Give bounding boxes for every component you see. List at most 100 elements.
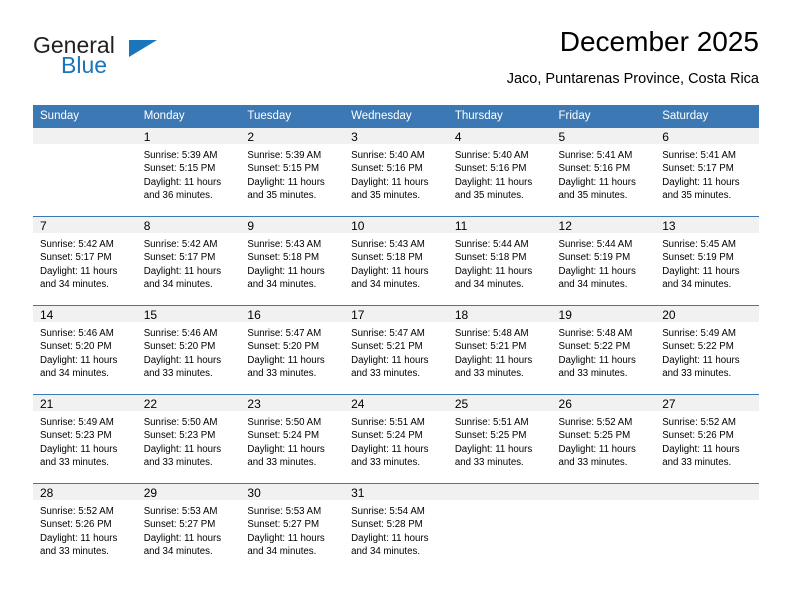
daylight-text-line1: Daylight: 11 hours xyxy=(143,532,222,544)
daylight-text-line1: Daylight: 11 hours xyxy=(40,265,118,277)
day-cell: 16 Sunrise: 5:47 AM Sunset: 5:20 PM Dayl… xyxy=(240,305,345,395)
sunrise-text: Sunrise: 5:49 AM xyxy=(40,417,114,428)
generalblue-logo[interactable]: General Blue xyxy=(33,32,213,88)
daylight-text-line1: Daylight: 11 hours xyxy=(351,354,429,366)
sunset-text: Sunset: 5:20 PM xyxy=(247,341,320,353)
day-cell xyxy=(655,483,759,573)
sunset-text: Sunset: 5:24 PM xyxy=(247,430,320,442)
day-cell: 21 Sunrise: 5:49 AM Sunset: 5:23 PM Dayl… xyxy=(33,394,137,484)
day-cell: 14 Sunrise: 5:46 AM Sunset: 5:20 PM Dayl… xyxy=(33,305,137,395)
day-cell: 7 Sunrise: 5:42 AM Sunset: 5:17 PM Dayli… xyxy=(33,216,137,306)
daylight-text-line1: Daylight: 11 hours xyxy=(662,354,740,366)
day-info: Sunrise: 5:40 AM Sunset: 5:16 PM Dayligh… xyxy=(344,144,448,202)
daylight-text-line2: and 36 minutes. xyxy=(143,189,213,201)
day-cell: 2 Sunrise: 5:39 AM Sunset: 5:15 PM Dayli… xyxy=(240,127,345,217)
day-number: 18 xyxy=(447,306,552,322)
triangle-icon xyxy=(129,40,157,57)
weekday-header-friday: Friday xyxy=(551,105,656,128)
day-info: Sunrise: 5:50 AM Sunset: 5:23 PM Dayligh… xyxy=(137,411,241,469)
daylight-text-line2: and 33 minutes. xyxy=(40,545,109,557)
day-info: Sunrise: 5:52 AM Sunset: 5:25 PM Dayligh… xyxy=(552,411,656,469)
sunset-text: Sunset: 5:25 PM xyxy=(558,430,631,442)
sunset-text: Sunset: 5:17 PM xyxy=(662,163,734,175)
daylight-text-line2: and 35 minutes. xyxy=(351,189,421,201)
daylight-text-line2: and 33 minutes. xyxy=(351,367,421,379)
day-info: Sunrise: 5:47 AM Sunset: 5:20 PM Dayligh… xyxy=(240,322,344,380)
daylight-text-line2: and 35 minutes. xyxy=(247,189,317,201)
day-cell: 5 Sunrise: 5:41 AM Sunset: 5:16 PM Dayli… xyxy=(551,127,656,217)
day-cell xyxy=(447,483,552,573)
day-number: 25 xyxy=(447,395,552,411)
day-info: Sunrise: 5:44 AM Sunset: 5:18 PM Dayligh… xyxy=(448,233,552,291)
daylight-text-line2: and 34 minutes. xyxy=(247,278,317,290)
day-cell: 31 Sunrise: 5:54 AM Sunset: 5:28 PM Dayl… xyxy=(344,483,448,573)
sunrise-text: Sunrise: 5:45 AM xyxy=(662,239,736,250)
sunset-text: Sunset: 5:16 PM xyxy=(558,163,631,175)
daylight-text-line2: and 33 minutes. xyxy=(662,367,732,379)
day-number: 11 xyxy=(447,217,552,233)
day-cell: 8 Sunrise: 5:42 AM Sunset: 5:17 PM Dayli… xyxy=(136,216,241,306)
daylight-text-line2: and 35 minutes. xyxy=(662,189,732,201)
daylight-text-line2: and 33 minutes. xyxy=(40,456,109,468)
sunset-text: Sunset: 5:20 PM xyxy=(143,341,216,353)
sunrise-text: Sunrise: 5:41 AM xyxy=(662,150,736,161)
calendar-week-row: 14 Sunrise: 5:46 AM Sunset: 5:20 PM Dayl… xyxy=(33,305,759,395)
sunset-text: Sunset: 5:18 PM xyxy=(247,252,320,264)
daylight-text-line1: Daylight: 11 hours xyxy=(143,265,222,277)
sunrise-text: Sunrise: 5:46 AM xyxy=(40,328,114,339)
sunrise-text: Sunrise: 5:46 AM xyxy=(143,328,218,339)
day-number: 1 xyxy=(136,128,241,144)
daylight-text-line2: and 33 minutes. xyxy=(247,456,317,468)
sunset-text: Sunset: 5:23 PM xyxy=(40,430,112,442)
sunrise-text: Sunrise: 5:48 AM xyxy=(558,328,633,339)
daylight-text-line1: Daylight: 11 hours xyxy=(558,265,636,277)
sunrise-text: Sunrise: 5:51 AM xyxy=(351,417,425,428)
sunset-text: Sunset: 5:20 PM xyxy=(40,341,112,353)
daylight-text-line2: and 33 minutes. xyxy=(558,456,628,468)
daylight-text-line2: and 33 minutes. xyxy=(143,367,213,379)
daylight-text-line1: Daylight: 11 hours xyxy=(247,532,325,544)
day-info: Sunrise: 5:46 AM Sunset: 5:20 PM Dayligh… xyxy=(33,322,137,380)
daylight-text-line1: Daylight: 11 hours xyxy=(143,176,222,188)
daylight-text-line1: Daylight: 11 hours xyxy=(351,532,429,544)
sunset-text: Sunset: 5:16 PM xyxy=(454,163,527,175)
sunrise-text: Sunrise: 5:44 AM xyxy=(558,239,633,250)
daylight-text-line2: and 34 minutes. xyxy=(351,545,421,557)
daylight-text-line2: and 34 minutes. xyxy=(143,545,213,557)
day-info: Sunrise: 5:39 AM Sunset: 5:15 PM Dayligh… xyxy=(137,144,241,202)
day-info: Sunrise: 5:54 AM Sunset: 5:28 PM Dayligh… xyxy=(344,500,448,558)
daylight-text-line1: Daylight: 11 hours xyxy=(40,532,118,544)
sunrise-text: Sunrise: 5:42 AM xyxy=(40,239,114,250)
day-number: 28 xyxy=(33,484,137,500)
day-info xyxy=(448,500,552,505)
sunrise-text: Sunrise: 5:42 AM xyxy=(143,239,218,250)
sunrise-text: Sunrise: 5:52 AM xyxy=(662,417,736,428)
day-info: Sunrise: 5:51 AM Sunset: 5:24 PM Dayligh… xyxy=(344,411,448,469)
day-number: 17 xyxy=(344,306,448,322)
day-cell: 3 Sunrise: 5:40 AM Sunset: 5:16 PM Dayli… xyxy=(344,127,448,217)
daylight-text-line1: Daylight: 11 hours xyxy=(40,354,118,366)
calendar-page: General Blue December 2025 Jaco, Puntare… xyxy=(0,0,792,612)
day-cell xyxy=(551,483,656,573)
day-cell: 9 Sunrise: 5:43 AM Sunset: 5:18 PM Dayli… xyxy=(240,216,345,306)
sunrise-text: Sunrise: 5:47 AM xyxy=(351,328,425,339)
daylight-text-line2: and 33 minutes. xyxy=(558,367,628,379)
daylight-text-line1: Daylight: 11 hours xyxy=(351,176,429,188)
day-cell: 24 Sunrise: 5:51 AM Sunset: 5:24 PM Dayl… xyxy=(344,394,448,484)
daylight-text-line1: Daylight: 11 hours xyxy=(40,443,118,455)
day-number: 27 xyxy=(655,395,759,411)
sunrise-text: Sunrise: 5:53 AM xyxy=(143,506,218,517)
day-cell: 26 Sunrise: 5:52 AM Sunset: 5:25 PM Dayl… xyxy=(551,394,656,484)
sunrise-sunset-calendar: Sunday Monday Tuesday Wednesday Thursday… xyxy=(33,105,759,573)
daylight-text-line1: Daylight: 11 hours xyxy=(143,354,222,366)
sunrise-text: Sunrise: 5:47 AM xyxy=(247,328,322,339)
sunset-text: Sunset: 5:23 PM xyxy=(143,430,216,442)
sunrise-text: Sunrise: 5:43 AM xyxy=(247,239,322,250)
day-number: 13 xyxy=(655,217,759,233)
sunset-text: Sunset: 5:18 PM xyxy=(454,252,527,264)
day-cell: 25 Sunrise: 5:51 AM Sunset: 5:25 PM Dayl… xyxy=(447,394,552,484)
day-number: 29 xyxy=(136,484,241,500)
day-number: 23 xyxy=(240,395,345,411)
sunset-text: Sunset: 5:28 PM xyxy=(351,519,423,531)
day-cell: 18 Sunrise: 5:48 AM Sunset: 5:21 PM Dayl… xyxy=(447,305,552,395)
